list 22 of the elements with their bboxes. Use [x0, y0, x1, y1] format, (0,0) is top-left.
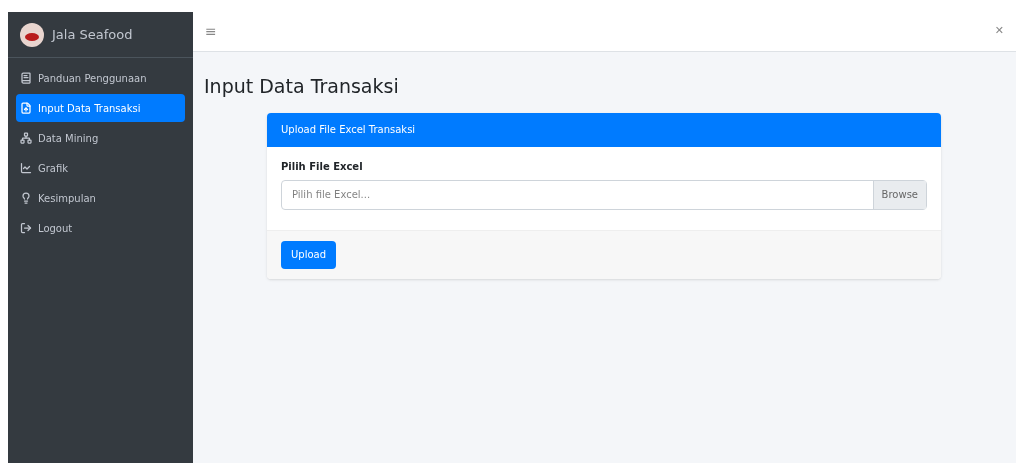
sidebar-item[interactable]: Logout: [16, 214, 185, 242]
lightbulb-icon: [20, 192, 32, 204]
brand-name: Jala Seafood: [52, 25, 133, 44]
sidebar-item[interactable]: Data Mining: [16, 124, 185, 152]
file-upload-icon: [20, 102, 32, 114]
field-label: Pilih File Excel: [281, 159, 364, 174]
logout-icon: [20, 222, 32, 234]
page-title: Input Data Transaksi: [203, 74, 400, 99]
chart-icon: [20, 162, 32, 174]
browse-button[interactable]: Browse: [872, 180, 926, 209]
sidebar-item[interactable]: Panduan Penggunaan: [16, 64, 185, 92]
logo-icon: [20, 22, 44, 47]
sidebar-item[interactable]: Kesimpulan: [16, 184, 185, 212]
file-input[interactable]: Pilih file Excel... Browse: [281, 179, 927, 210]
card-title: Upload File Excel Transaksi: [281, 123, 416, 137]
book-icon: [20, 72, 32, 84]
upload-button[interactable]: Upload: [281, 240, 337, 269]
menu-button[interactable]: ≡: [205, 21, 217, 42]
network-icon: [20, 132, 32, 144]
sidebar-item[interactable]: Grafik: [16, 154, 185, 182]
close-button[interactable]: ✕: [994, 23, 1004, 40]
sidebar-item[interactable]: Input Data Transaksi: [16, 94, 185, 122]
